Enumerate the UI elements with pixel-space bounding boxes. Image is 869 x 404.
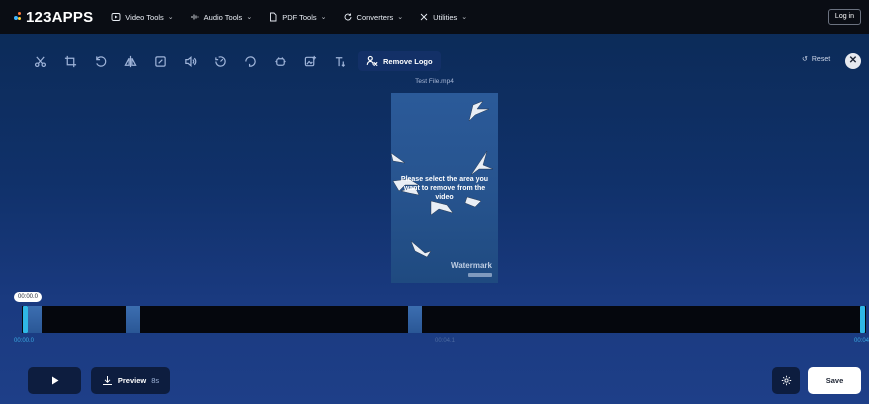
save-button[interactable]: Save xyxy=(808,367,861,394)
crop-tool-button[interactable] xyxy=(58,50,82,72)
close-button[interactable]: ✕ xyxy=(845,53,861,69)
chevron-down-icon: ⌄ xyxy=(167,14,174,21)
nav-audio-tools[interactable]: Audio Tools ⌄ xyxy=(190,12,253,22)
timeline-thumbnail xyxy=(28,306,42,333)
reset-label: Reset xyxy=(811,55,831,63)
nav-converters[interactable]: Converters ⌄ xyxy=(343,12,404,22)
download-icon xyxy=(102,376,112,385)
flip-tool-button[interactable] xyxy=(118,50,142,72)
text-tool-button[interactable] xyxy=(328,50,352,72)
speed-tool-button[interactable] xyxy=(208,50,232,72)
nav-video-tools[interactable]: Video Tools ⌄ xyxy=(111,12,174,22)
remove-logo-tool-button[interactable]: Remove Logo xyxy=(358,51,441,71)
timeline-thumbnail xyxy=(408,306,422,333)
nav-label: Utilities xyxy=(433,12,458,22)
stabilize-icon xyxy=(274,56,286,66)
preview-button[interactable]: Preview 8s xyxy=(91,367,170,394)
gear-icon xyxy=(781,375,791,386)
nav-label: Video Tools xyxy=(125,12,164,22)
stabilize-tool-button[interactable] xyxy=(268,50,292,72)
nav-label: Audio Tools xyxy=(203,12,243,22)
chevron-down-icon: ⌄ xyxy=(320,14,327,21)
reset-button[interactable]: ↺ Reset xyxy=(802,55,831,64)
resize-tool-button[interactable] xyxy=(148,50,172,72)
nav-utilities[interactable]: Utilities ⌄ xyxy=(419,12,467,22)
video-icon xyxy=(111,13,121,21)
preview-label: Preview xyxy=(117,376,147,385)
rotate-tool-button[interactable] xyxy=(88,50,112,72)
nav-label: Converters xyxy=(356,12,394,22)
chevron-down-icon: ⌄ xyxy=(397,14,404,21)
settings-button[interactable] xyxy=(772,367,800,394)
document-icon xyxy=(270,12,277,22)
timeline-end-handle[interactable] xyxy=(860,306,865,333)
video-preview-canvas[interactable]: Please select the area you want to remov… xyxy=(391,93,498,283)
crop-icon xyxy=(64,55,76,67)
play-button[interactable] xyxy=(28,367,81,394)
video-filename: Test File.mp4 xyxy=(415,78,454,85)
watermark-logo xyxy=(468,273,492,277)
rotate-icon xyxy=(95,55,106,67)
tools-icon xyxy=(420,13,428,21)
timeline-mid-time: 00:04.1 xyxy=(435,338,456,344)
image-icon xyxy=(304,55,316,66)
play-icon xyxy=(51,376,58,385)
edit-toolbar: Remove Logo xyxy=(28,50,441,72)
flip-icon xyxy=(123,55,137,67)
volume-tool-button[interactable] xyxy=(178,50,202,72)
watermark-text: Watermark xyxy=(450,261,492,270)
timeline-start-time: 00:00.0 xyxy=(14,338,35,344)
logo-dots-icon xyxy=(14,12,22,22)
volume-icon xyxy=(184,55,196,67)
loop-icon xyxy=(244,55,256,67)
timeline-track[interactable] xyxy=(22,306,866,333)
brand-logo[interactable]: 123APPS xyxy=(14,9,93,26)
audio-wave-icon xyxy=(191,14,199,20)
speed-icon xyxy=(214,55,226,67)
brand-name: 123APPS xyxy=(26,8,94,26)
refresh-icon xyxy=(344,13,351,21)
timeline-thumbnail xyxy=(126,306,140,333)
top-navbar: 123APPS Video Tools ⌄ Audio Tools ⌄ PDF … xyxy=(0,0,869,34)
close-icon: ✕ xyxy=(848,55,858,66)
chevron-down-icon: ⌄ xyxy=(461,14,468,21)
undo-icon: ↺ xyxy=(802,56,808,63)
loop-tool-button[interactable] xyxy=(238,50,262,72)
current-time-badge: 00:00.0 xyxy=(14,292,43,302)
login-button[interactable]: Log in xyxy=(827,9,861,25)
timeline-end-time: 00:04 xyxy=(853,338,869,344)
remove-area-instruction: Please select the area you want to remov… xyxy=(400,176,489,201)
cut-tool-button[interactable] xyxy=(28,50,52,72)
image-tool-button[interactable] xyxy=(298,50,322,72)
scissors-icon xyxy=(34,55,46,67)
nav-pdf-tools[interactable]: PDF Tools ⌄ xyxy=(268,12,327,22)
resize-icon xyxy=(154,55,166,67)
timeline-start-handle[interactable] xyxy=(23,306,28,333)
remove-logo-icon xyxy=(366,55,378,67)
preview-duration: 8s xyxy=(151,376,160,385)
nav-label: PDF Tools xyxy=(282,12,317,22)
remove-logo-label: Remove Logo xyxy=(383,56,433,66)
chevron-down-icon: ⌄ xyxy=(246,14,253,21)
text-icon xyxy=(335,56,345,67)
